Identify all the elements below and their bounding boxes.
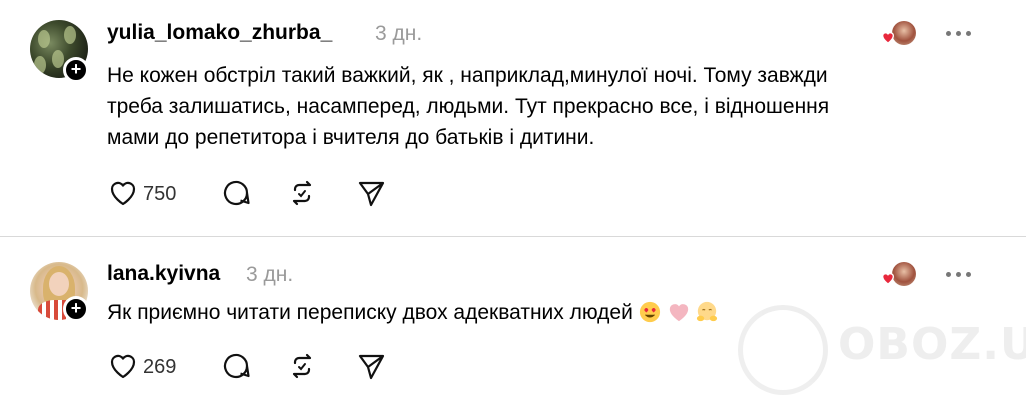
heart-outline-icon[interactable] — [107, 350, 139, 382]
more-options-icon[interactable] — [946, 270, 972, 280]
comment-1: + yulia_lomako_zhurba_ 3 дн. Не кожен об… — [0, 0, 1026, 236]
heart-eyes-emoji — [639, 301, 660, 323]
repost-icon[interactable] — [286, 350, 318, 382]
send-icon[interactable] — [355, 350, 387, 382]
speech-bubble-icon[interactable] — [220, 177, 252, 209]
username[interactable]: yulia_lomako_zhurba_ — [107, 21, 332, 45]
timestamp: 3 дн. — [246, 263, 294, 286]
username[interactable]: lana.kyivna — [107, 262, 220, 286]
like-count: 269 — [143, 356, 177, 378]
red-heart-icon — [881, 32, 895, 44]
timestamp: 3 дн. — [375, 22, 423, 45]
like-count: 750 — [143, 183, 177, 205]
pink-heart-emoji — [669, 304, 688, 322]
repost-icon[interactable] — [286, 177, 318, 209]
more-options-icon[interactable] — [946, 29, 972, 39]
hugging-face-emoji — [697, 301, 718, 322]
watermark-logo-icon — [738, 305, 828, 395]
heart-outline-icon[interactable] — [107, 177, 139, 209]
comment-text-line: Не кожен обстріл такий важкий, як , напр… — [107, 64, 828, 87]
send-icon[interactable] — [355, 177, 387, 209]
red-heart-icon — [881, 273, 895, 285]
comment-text-content: Як приємно читати переписку двох адекват… — [107, 301, 633, 324]
follow-plus-icon[interactable]: + — [63, 296, 89, 322]
liked-by-author-indicator — [880, 262, 918, 294]
comment-text: Не кожен обстріл такий важкий, як , напр… — [107, 60, 987, 153]
comment-text-line: треба залишатись, насамперед, людьми. Ту… — [107, 95, 830, 118]
oboz-watermark: OBOZ.UA — [738, 297, 1026, 397]
watermark-text: OBOZ.UA — [838, 319, 1026, 370]
speech-bubble-icon[interactable] — [220, 350, 252, 382]
follow-plus-icon[interactable]: + — [63, 57, 89, 83]
comment-text-line: мами до репетитора і вчителя до батьків … — [107, 126, 595, 149]
liked-by-author-indicator — [880, 21, 918, 53]
